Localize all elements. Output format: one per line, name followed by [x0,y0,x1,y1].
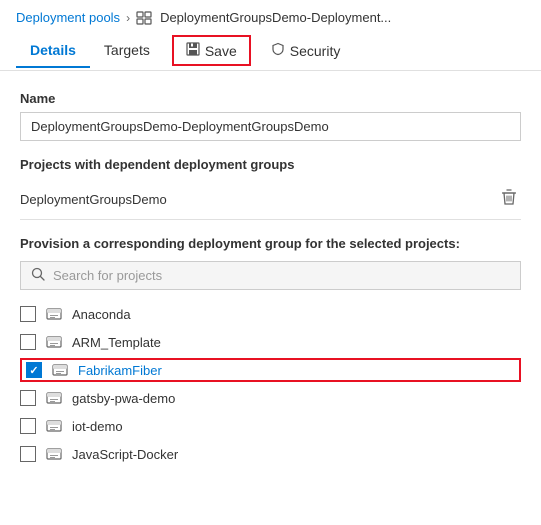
dependent-section: Projects with dependent deployment group… [20,157,521,220]
project-checkbox-javascript-docker[interactable] [20,446,36,462]
project-item-javascript-docker: JavaScript-Docker [20,442,521,466]
name-label: Name [20,91,521,106]
project-checkbox-iot-demo[interactable] [20,418,36,434]
project-list: Anaconda ARM_Template [20,302,521,466]
provision-label: Provision a corresponding deployment gro… [20,236,521,251]
content-area: Name Projects with dependent deployment … [0,71,541,486]
project-icon-anaconda [46,307,62,321]
project-item-fabrikam: FabrikamFiber [20,358,521,382]
tab-details[interactable]: Details [16,34,90,68]
project-icon-arm-template [46,335,62,349]
security-label: Security [290,43,341,59]
tabs-bar: Details Targets Save Security [0,31,541,71]
project-item-gatsby: gatsby-pwa-demo [20,386,521,410]
breadcrumb-separator: › [126,11,130,25]
dependent-section-title: Projects with dependent deployment group… [20,157,521,172]
breadcrumb: Deployment pools › DeploymentGroupsDemo-… [0,0,541,31]
save-button[interactable]: Save [172,35,251,66]
project-icon-gatsby [46,391,62,405]
deployment-group-icon [136,11,152,25]
name-input[interactable] [20,112,521,141]
breadcrumb-current: DeploymentGroupsDemo-Deployment... [160,10,391,25]
delete-group-button[interactable] [497,186,521,213]
project-checkbox-fabrikam[interactable] [26,362,42,378]
project-checkbox-anaconda[interactable] [20,306,36,322]
search-icon [31,267,45,284]
project-checkbox-arm-template[interactable] [20,334,36,350]
project-icon-iot-demo [46,419,62,433]
save-icon [186,42,200,59]
breadcrumb-parent-link[interactable]: Deployment pools [16,10,120,25]
project-item-arm-template: ARM_Template [20,330,521,354]
project-name-arm-template: ARM_Template [72,335,161,350]
shield-icon [271,42,285,59]
name-field-group: Name [20,91,521,141]
provision-section: Provision a corresponding deployment gro… [20,236,521,466]
project-name-gatsby: gatsby-pwa-demo [72,391,175,406]
save-label: Save [205,43,237,59]
search-box [20,261,521,290]
project-name-javascript-docker: JavaScript-Docker [72,447,178,462]
project-icon-fabrikam [52,363,68,377]
project-name-fabrikam: FabrikamFiber [78,363,162,378]
project-item-iot-demo: iot-demo [20,414,521,438]
project-icon-javascript-docker [46,447,62,461]
project-checkbox-gatsby[interactable] [20,390,36,406]
project-name-anaconda: Anaconda [72,307,131,322]
tab-targets[interactable]: Targets [90,34,164,68]
project-item-anaconda: Anaconda [20,302,521,326]
project-name-iot-demo: iot-demo [72,419,123,434]
search-projects-input[interactable] [53,268,510,283]
dependent-group-name: DeploymentGroupsDemo [20,192,167,207]
dependent-group-row: DeploymentGroupsDemo [20,180,521,220]
tab-security[interactable]: Security [259,34,353,67]
